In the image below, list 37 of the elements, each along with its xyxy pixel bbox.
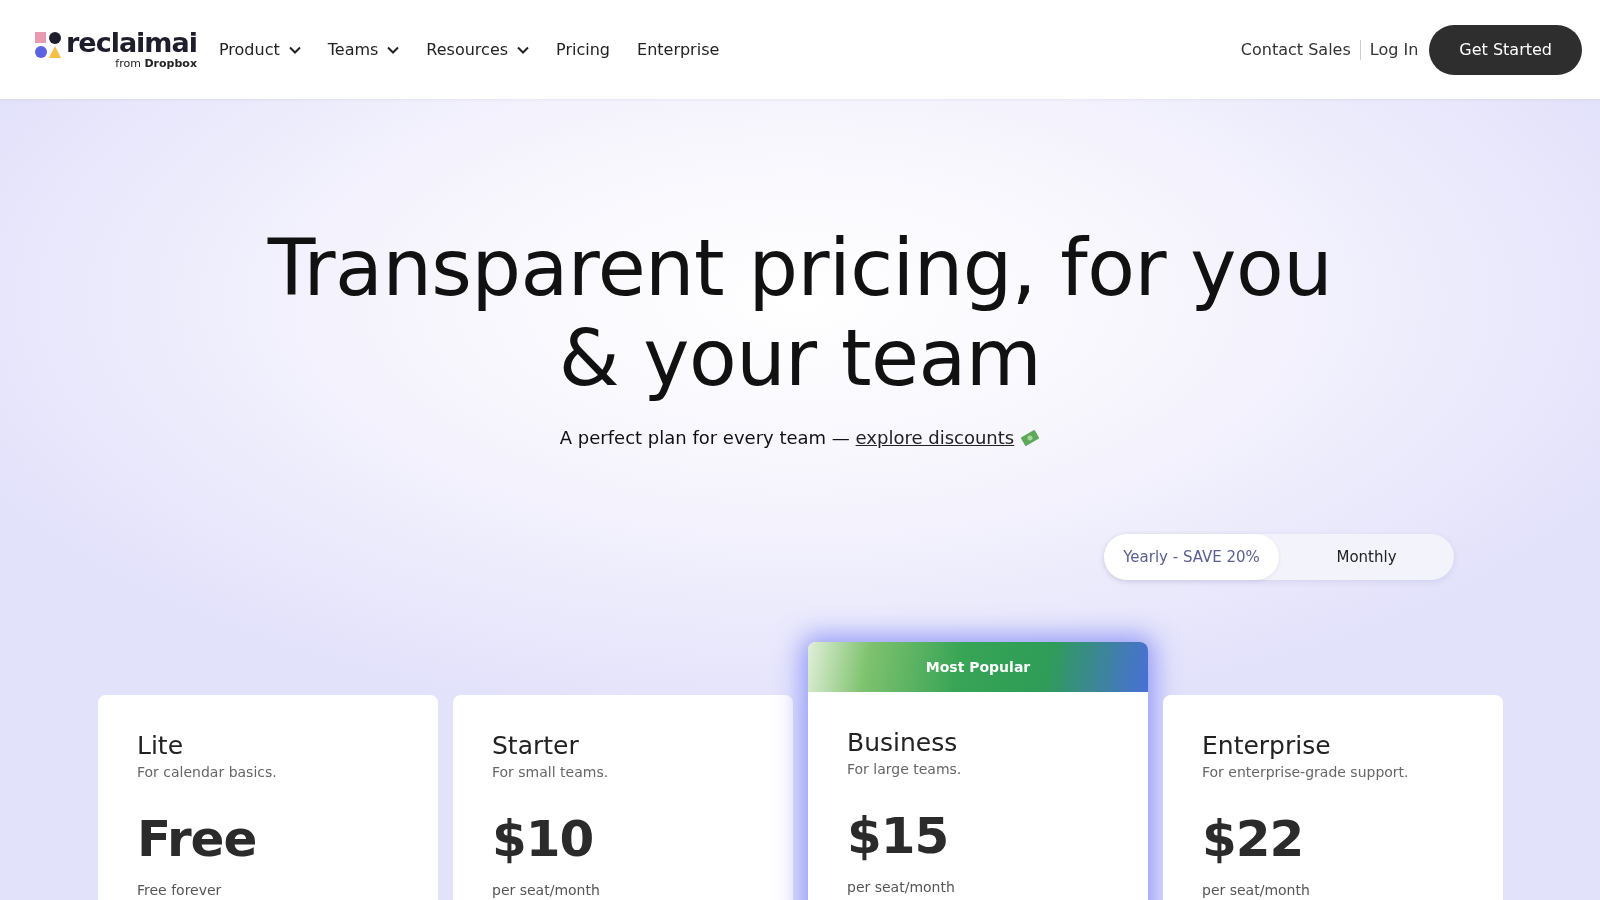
plan-period: per seat/month [1202,882,1311,898]
plan-description: For small teams. [492,764,610,780]
nav-link[interactable]: Pricing [556,40,610,59]
plan-name: Enterprise [1202,731,1332,760]
plan-description: For calendar basics. [137,764,278,780]
brand-company: Dropbox [144,57,197,70]
nav-link[interactable]: Product [219,40,301,59]
discounts-link[interactable]: explore discounts [855,427,1015,448]
page-title: Transparent pricing, for you & your team [266,223,1334,403]
plan-description: For large teams. [847,761,963,777]
plan-price: $22 [1202,810,1305,868]
subtitle: A perfect plan for every team — explore discounts [559,427,1041,448]
login-link[interactable]: Log In [1369,40,1419,59]
logo-icon [34,31,62,59]
nav-link[interactable]: Enterprise [637,40,720,59]
brand-from: from [115,57,141,70]
get-started-button[interactable]: Get Started [1429,24,1582,75]
chevron-icon [517,45,530,54]
plan-price: $15 [847,807,950,865]
popular-banner: Most Popular [808,642,1148,692]
brand-name[interactable]: reclaimai [66,29,197,57]
plan-price: $10 [492,810,595,868]
plan-name: Lite [137,731,185,760]
chevron-icon [387,45,400,54]
plan-name: Business [847,728,959,757]
plan-period: Free forever [137,882,223,898]
plan-price: Free [137,810,258,868]
plan-description: For enterprise-grade support. [1202,764,1410,780]
nav-link[interactable]: Resources [426,40,530,59]
billing-option[interactable]: Yearly - SAVE 20% [1104,534,1279,580]
billing-option[interactable]: Monthly [1279,534,1454,580]
plan-period: per seat/month [492,882,601,898]
contact-sales-link[interactable]: Contact Sales [1240,40,1351,59]
chevron-icon [288,45,301,54]
plan-name: Starter [492,731,580,760]
nav-link[interactable]: Teams [327,40,400,59]
plan-period: per seat/month [847,879,956,895]
